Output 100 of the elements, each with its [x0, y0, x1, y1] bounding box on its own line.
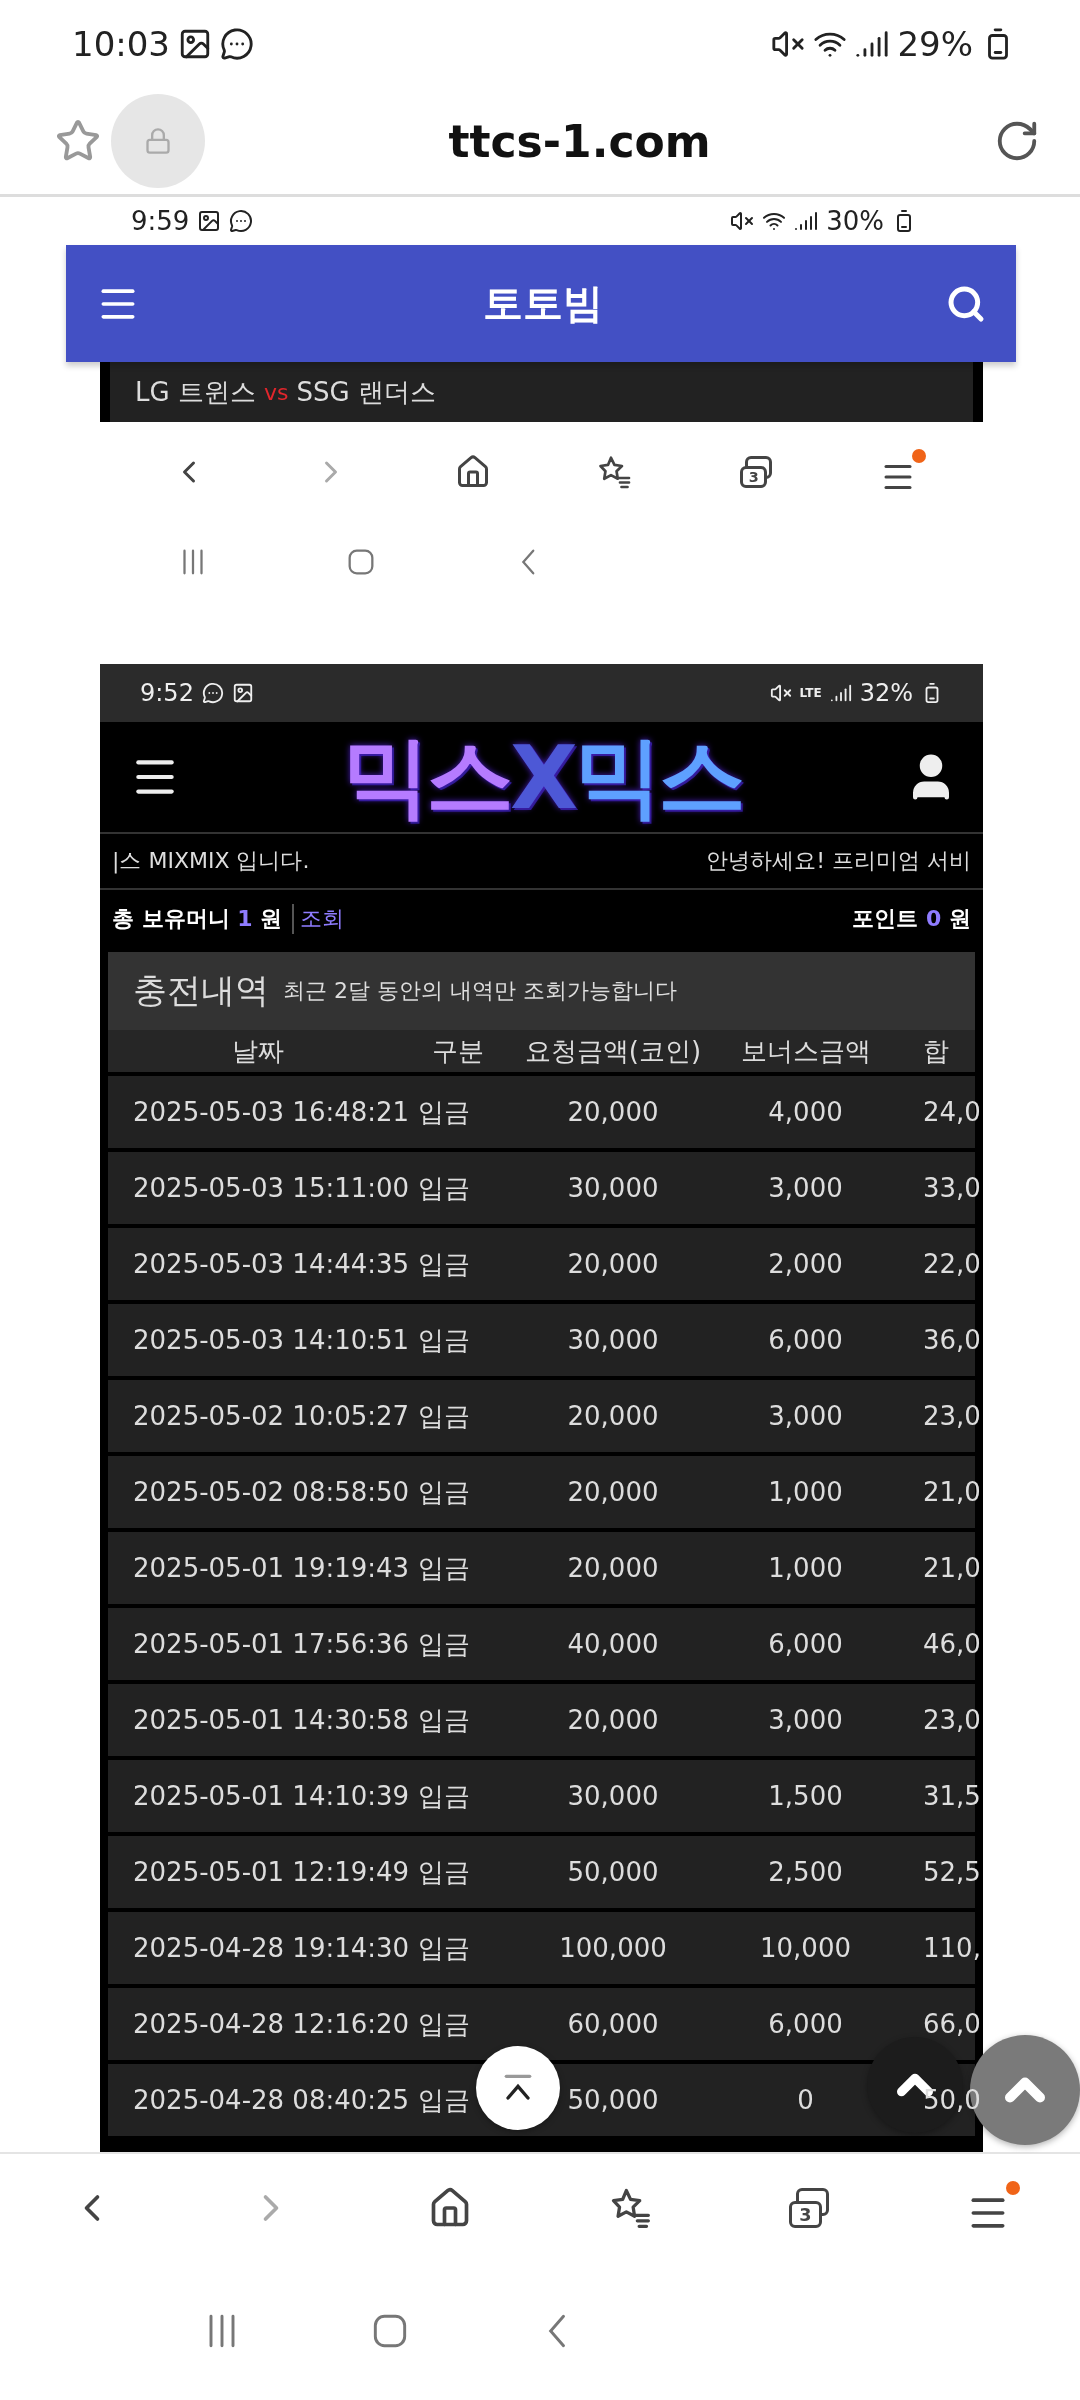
table-cell-text: 1,500	[767, 1781, 844, 1812]
versus-label: vs	[263, 379, 289, 405]
table-cell-text: 입금	[417, 1247, 471, 1281]
table-cell-text: 2025-04-28 19:14:30	[132, 1933, 408, 1964]
table-cell-text: 50,000	[566, 1857, 660, 1888]
image-icon	[197, 209, 222, 234]
table-cell-text: 20,000	[566, 1705, 660, 1736]
battery-percent: 32%	[859, 679, 913, 708]
table-cell-text: 입금	[417, 2083, 471, 2117]
table-cell-text: 21,0	[922, 1477, 981, 1508]
table-cell-text: 2025-04-28 08:40:25	[132, 2085, 408, 2116]
table-cell-text: 1,000	[767, 1553, 844, 1584]
table-cell-text: 22,0	[922, 1249, 981, 1280]
table-cell-text: 입금	[417, 1931, 471, 1965]
table-cell-text: 23,0	[922, 1401, 981, 1432]
chat-icon	[220, 27, 254, 62]
table-cell-text: 36,0	[922, 1325, 981, 1356]
table-cell-text: 입금	[417, 1627, 471, 1661]
column-header: 요청금액(코인)	[523, 1034, 703, 1068]
table-cell-text: 2025-04-28 12:16:20	[132, 2009, 408, 2040]
table-cell-text: 30,000	[566, 1781, 660, 1812]
table-cell-text: 20,000	[566, 1097, 660, 1128]
table-cell-text: 6,000	[767, 1325, 844, 1356]
table-cell-text: 52,5	[922, 1857, 981, 1888]
table-cell-text: 31,5	[922, 1781, 981, 1812]
chat-icon	[229, 209, 254, 234]
table-cell-text: 입금	[417, 1551, 471, 1585]
table-cell-text: 30,000	[566, 1325, 660, 1356]
table-cell-text: 10,000	[759, 1933, 852, 1964]
status-time: 10:03	[72, 24, 170, 65]
table-cell-text: 2025-05-03 16:48:21	[132, 1097, 408, 1128]
table-cell-text: 23,0	[922, 1705, 981, 1736]
bookmarks-icon[interactable]	[596, 454, 633, 491]
table-cell-text: 입금	[417, 1323, 471, 1357]
table-cell-text: 6,000	[767, 1629, 844, 1660]
status-time: 9:52	[140, 679, 194, 708]
url-text[interactable]: ttcs-1.com	[205, 115, 954, 167]
table-cell-text: 50,0	[922, 2085, 981, 2116]
table-cell-text: 입금	[417, 1171, 471, 1205]
table-cell-text: 0	[796, 2085, 815, 2116]
table-cell-text: 60,000	[566, 2009, 660, 2040]
table-cell-text: 입금	[417, 1855, 471, 1889]
marquee-text: 안녕하세요! 프리미엄 서비	[706, 847, 971, 876]
marquee-text: |스 MIXMIX 입니다.	[112, 847, 310, 876]
chat-icon	[201, 682, 224, 705]
column-header: 구분	[431, 1034, 485, 1068]
balance-text: 총 보유머니 1 원	[112, 905, 283, 934]
table-cell-text: 100,000	[558, 1933, 668, 1964]
table-cell-text: 3,000	[767, 1705, 844, 1736]
image-icon	[231, 682, 254, 705]
table-cell-text: 2025-05-01 14:30:58	[132, 1705, 408, 1736]
table-cell-text: 2025-05-03 14:10:51	[132, 1325, 408, 1356]
section-note: 최근 2달 동안의 내역만 조회가능합니다	[283, 977, 677, 1006]
table-cell-text: 2025-05-03 15:11:00	[132, 1173, 408, 1204]
points-text: 포인트 0 원	[852, 905, 971, 934]
table-cell-text: 2025-05-01 14:10:39	[132, 1781, 408, 1812]
table-cell-text: 110,	[922, 1933, 981, 1964]
battery-percent: 29%	[897, 24, 973, 65]
table-cell-text: 24,0	[922, 1097, 981, 1128]
table-cell-text: 66,0	[922, 2009, 981, 2040]
table-cell-text: 30,000	[566, 1173, 660, 1204]
table-cell-text: 입금	[417, 1779, 471, 1813]
network-type: LTE	[799, 686, 822, 701]
table-cell-text: 20,000	[566, 1249, 660, 1280]
table-cell-text: 2025-05-01 17:56:36	[132, 1629, 408, 1660]
table-cell-text: 2025-05-02 10:05:27	[132, 1401, 408, 1432]
table-cell-text: 1,000	[767, 1477, 844, 1508]
site-logo: 믹스X믹스	[342, 723, 742, 831]
table-cell-text: 입금	[417, 2007, 471, 2041]
table-cell-text: 3,000	[767, 1401, 844, 1432]
section-title: 충전내역	[133, 969, 269, 1013]
column-header: 보너스금액	[739, 1034, 872, 1068]
table-cell-text: 2025-05-01 19:19:43	[132, 1553, 408, 1584]
table-cell-text: 21,0	[922, 1553, 981, 1584]
table-cell-text: 입금	[417, 1703, 471, 1737]
table-cell-text: 50,000	[566, 2085, 660, 2116]
column-header: 날짜	[231, 1034, 285, 1068]
table-cell-text: 46,0	[922, 1629, 981, 1660]
table-cell-text: 2025-05-03 14:44:35	[132, 1249, 408, 1280]
table-cell-text: 20,000	[566, 1553, 660, 1584]
table-cell-text: 입금	[417, 1399, 471, 1433]
lookup-link[interactable]: 조회	[292, 904, 345, 935]
table-cell-text: 6,000	[767, 2009, 844, 2040]
team-name: SSG 랜더스	[296, 375, 436, 409]
table-cell-text: 3,000	[767, 1173, 844, 1204]
status-time: 9:59	[131, 206, 190, 237]
battery-percent: 30%	[826, 206, 884, 237]
table-cell-text: 20,000	[566, 1401, 660, 1432]
table-cell-text: 20,000	[566, 1477, 660, 1508]
table-cell-text: 40,000	[566, 1629, 660, 1660]
site-title: 토토빔	[483, 279, 603, 329]
table-cell-text: 2025-05-02 08:58:50	[132, 1477, 408, 1508]
table-cell-text: 입금	[417, 1095, 471, 1129]
table-cell-text: 2025-05-01 12:19:49	[132, 1857, 408, 1888]
table-cell-text: 입금	[417, 1475, 471, 1509]
column-header: 합	[922, 1034, 950, 1068]
table-cell-text: 2,500	[767, 1857, 844, 1888]
table-cell-text: 2,000	[767, 1249, 844, 1280]
team-name: LG 트윈스	[135, 375, 256, 409]
table-cell-text: 4,000	[767, 1097, 844, 1128]
